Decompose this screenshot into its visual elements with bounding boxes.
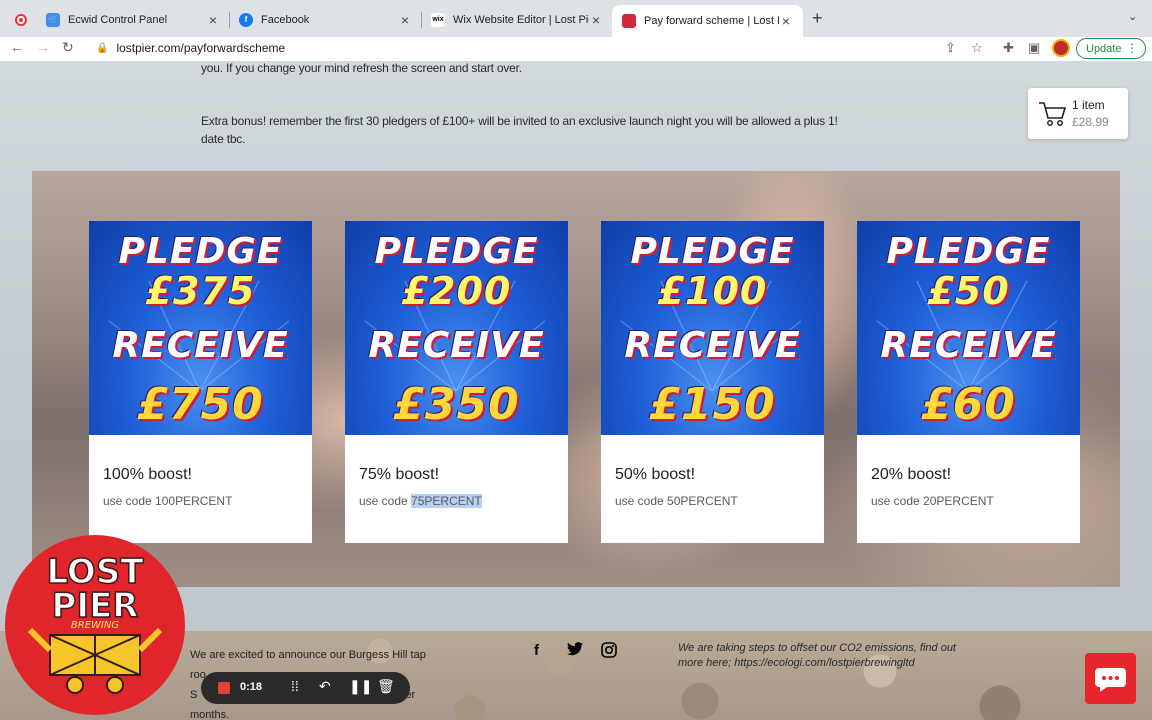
promo-code: 100PERCENT: [155, 494, 233, 508]
wix-icon: wix: [431, 12, 445, 27]
receive-amount: £350: [393, 379, 520, 430]
browser-toolbar: ← → ↻ 🔒 lostpier.com/payforwardscheme ⇪ …: [0, 37, 1152, 61]
address-bar[interactable]: 🔒 lostpier.com/payforwardscheme: [88, 37, 998, 59]
pledge-poster: PLEDGE £50 RECEIVE £60: [857, 221, 1080, 435]
tab-title: Facebook: [261, 13, 310, 26]
pledge-card[interactable]: PLEDGE £375 RECEIVE £750 100% boost! use…: [89, 221, 312, 543]
receive-amount: £150: [649, 379, 776, 430]
sidepanel-icon[interactable]: ▣: [1028, 40, 1040, 56]
receive-word: RECEIVE: [112, 325, 289, 366]
pledge-card[interactable]: PLEDGE £50 RECEIVE £60 20% boost! use co…: [857, 221, 1080, 543]
new-tab-icon[interactable]: +: [812, 8, 823, 29]
receive-amount: £750: [137, 379, 264, 430]
recording-indicator-icon: [15, 14, 27, 26]
chat-bubble-icon: [1095, 668, 1126, 692]
promo-code: 20PERCENT: [923, 494, 994, 508]
code-line: use code 100PERCENT: [103, 494, 233, 508]
undo-icon[interactable]: ↶: [319, 678, 331, 695]
pledge-card[interactable]: PLEDGE £100 RECEIVE £150 50% boost! use …: [601, 221, 824, 543]
pledge-word: PLEDGE: [374, 231, 539, 272]
lostpier-icon: [622, 14, 636, 28]
close-icon[interactable]: ×: [398, 12, 412, 28]
update-button[interactable]: Update ⋮: [1076, 38, 1146, 59]
cart-count: 1 item: [1072, 98, 1105, 112]
cart-icon: [1039, 102, 1067, 126]
boost-title: 75% boost!: [359, 466, 440, 483]
avatar[interactable]: [1052, 39, 1070, 57]
forward-icon[interactable]: →: [36, 39, 50, 55]
stop-recording-button[interactable]: [218, 682, 230, 694]
footer-line: We are excited to announce our Burgess H…: [190, 649, 426, 661]
pledge-card[interactable]: PLEDGE £200 RECEIVE £350 75% boost! use …: [345, 221, 568, 543]
back-icon[interactable]: ←: [10, 39, 24, 55]
pledge-hero-section: PLEDGE £375 RECEIVE £750 100% boost! use…: [32, 171, 1120, 587]
update-label: Update: [1086, 42, 1122, 55]
pledge-poster: PLEDGE £200 RECEIVE £350: [345, 221, 568, 435]
pause-icon[interactable]: ❚❚: [349, 678, 372, 695]
tab-title: Wix Website Editor | Lost Pier Brewing: [453, 13, 589, 26]
pledge-word: PLEDGE: [886, 231, 1051, 272]
star-icon[interactable]: ☆: [971, 40, 983, 56]
code-line: use code 20PERCENT: [871, 494, 994, 508]
more-icon[interactable]: ⋮: [1126, 41, 1138, 55]
tab-ecwid[interactable]: 🛒 Ecwid Control Panel ×: [36, 6, 230, 33]
chat-button[interactable]: [1085, 653, 1136, 704]
reload-icon[interactable]: ↻: [62, 39, 74, 56]
grid-icon[interactable]: ⁞⁞: [291, 678, 299, 694]
receive-word: RECEIVE: [880, 325, 1057, 366]
recording-timer: 0:18: [240, 681, 263, 693]
instagram-icon[interactable]: [601, 642, 617, 662]
facebook-icon: f: [239, 12, 253, 27]
boost-title: 100% boost!: [103, 466, 192, 483]
receive-amount: £60: [921, 379, 1016, 430]
pledge-amount: £100: [657, 269, 768, 313]
bonus-text: Extra bonus! remember the first 30 pledg…: [201, 114, 838, 146]
boost-title: 50% boost!: [615, 466, 696, 483]
extensions-icon[interactable]: ✚: [1003, 40, 1014, 56]
footer-line: months.: [190, 709, 230, 720]
tab-facebook[interactable]: f Facebook ×: [229, 6, 422, 33]
pledge-word: PLEDGE: [630, 231, 795, 272]
close-icon[interactable]: ×: [206, 12, 220, 28]
cart-total: £28.99: [1072, 115, 1109, 129]
screen-recorder-toolbar: 0:18 ⁞⁞ ↶ ❚❚ 🗑: [201, 672, 410, 704]
code-line: use code 50PERCENT: [615, 494, 738, 508]
trash-icon[interactable]: 🗑: [377, 678, 395, 695]
facebook-icon[interactable]: f: [534, 642, 539, 659]
boost-title: 20% boost!: [871, 466, 952, 483]
pledge-amount: £375: [145, 269, 256, 313]
lost-pier-logo[interactable]: LOST PIER BREWING: [5, 535, 185, 715]
tab-pay-forward[interactable]: Pay forward scheme | Lost Pier ×: [612, 5, 803, 37]
close-icon[interactable]: ×: [779, 13, 793, 29]
promo-code: 75PERCENT: [411, 494, 482, 508]
receive-word: RECEIVE: [368, 325, 545, 366]
pledge-poster: PLEDGE £375 RECEIVE £750: [89, 221, 312, 435]
share-icon[interactable]: ⇪: [945, 40, 956, 56]
footer-ecologi-text: We are taking steps to offset our CO2 em…: [678, 642, 956, 669]
tab-wix-editor[interactable]: wix Wix Website Editor | Lost Pier Brewi…: [421, 6, 613, 33]
chevron-down-icon[interactable]: ⌄: [1128, 10, 1137, 23]
cart-widget[interactable]: 1 item £28.99: [1028, 88, 1128, 139]
receive-word: RECEIVE: [624, 325, 801, 366]
url-text: lostpier.com/payforwardscheme: [116, 41, 286, 55]
code-line: use code 75PERCENT: [359, 494, 482, 508]
lock-icon: 🔒: [96, 42, 109, 54]
pledge-poster: PLEDGE £100 RECEIVE £150: [601, 221, 824, 435]
close-icon[interactable]: ×: [589, 12, 603, 28]
pledge-word: PLEDGE: [118, 231, 283, 272]
svg-text:BREWING: BREWING: [71, 620, 119, 631]
tab-title: Ecwid Control Panel: [68, 13, 168, 26]
intro-text: you. If you change your mind refresh the…: [201, 61, 522, 75]
tab-title: Pay forward scheme | Lost Pier: [644, 15, 779, 27]
ecwid-icon: 🛒: [46, 12, 60, 27]
pledge-amount: £200: [401, 269, 512, 313]
pledge-amount: £50: [927, 269, 1010, 313]
browser-tab-strip: 🛒 Ecwid Control Panel × f Facebook × wix…: [0, 0, 1152, 37]
twitter-icon[interactable]: [567, 642, 583, 660]
promo-code: 50PERCENT: [667, 494, 738, 508]
